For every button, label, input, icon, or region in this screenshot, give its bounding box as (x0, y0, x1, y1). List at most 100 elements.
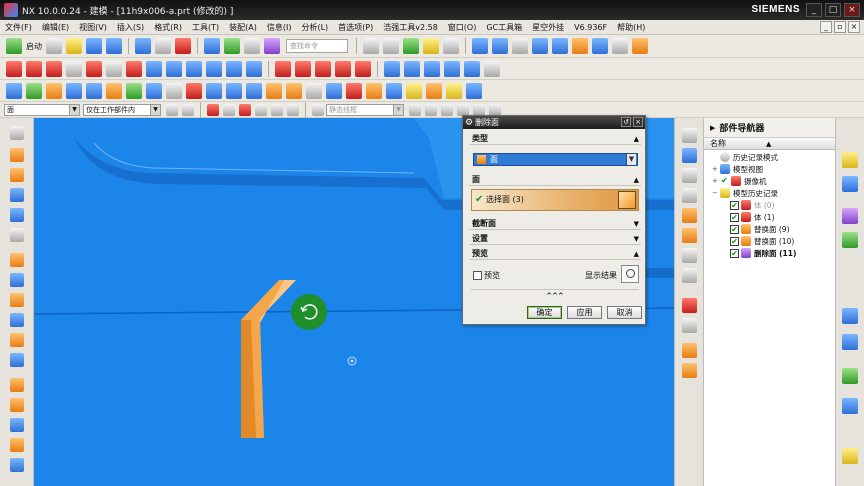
center-snap-icon[interactable] (255, 103, 267, 116)
view-front-icon[interactable] (472, 38, 488, 54)
delete-icon[interactable] (264, 38, 280, 54)
fillet-curve-icon[interactable] (46, 60, 62, 77)
hd3d-icon[interactable] (682, 298, 697, 313)
menu-view[interactable]: 视图(V) (74, 22, 112, 33)
sweep-icon[interactable] (186, 60, 202, 77)
surface-icon[interactable] (384, 60, 400, 77)
display-mode-icon[interactable] (312, 103, 324, 116)
sew-icon[interactable] (404, 60, 420, 77)
name-column-header[interactable]: 名称 ▲ (704, 138, 835, 150)
project-curve-icon[interactable] (355, 60, 371, 77)
check-geometry-icon[interactable] (346, 82, 362, 99)
arc-icon[interactable] (26, 60, 42, 77)
zoom-icon[interactable] (552, 38, 568, 54)
revolve-icon[interactable] (166, 60, 182, 77)
move-object-icon[interactable] (266, 82, 282, 99)
face-select-cube-icon[interactable] (618, 191, 636, 209)
offset-region-icon[interactable] (10, 333, 24, 347)
doc-close-button[interactable]: × (848, 21, 860, 33)
datum-icon[interactable] (10, 168, 24, 182)
sphere-icon[interactable] (10, 253, 24, 267)
boss-icon[interactable] (226, 60, 242, 77)
light-icon[interactable] (406, 82, 422, 99)
cylinder-icon[interactable] (10, 208, 24, 222)
type-select[interactable]: 面 ▼ (473, 153, 638, 166)
render-style-icon[interactable] (403, 38, 419, 54)
rectangle-icon[interactable] (66, 60, 82, 77)
end-snap-icon[interactable] (223, 103, 235, 116)
preview-checkbox[interactable]: 预览 (473, 270, 500, 281)
tree-item-cameras[interactable]: + ✔ 摄像机 (712, 175, 767, 187)
cancel-button[interactable]: 取消 (607, 306, 642, 319)
menu-file[interactable]: 文件(F) (0, 22, 37, 33)
roles-icon[interactable] (682, 268, 697, 283)
line-icon[interactable] (6, 60, 22, 77)
heatmap-icon[interactable] (842, 368, 858, 384)
start-icon[interactable] (6, 38, 22, 54)
expand-plus-icon[interactable]: + (712, 165, 720, 173)
snap-face-icon[interactable] (441, 103, 453, 116)
suppress-icon[interactable] (26, 82, 42, 99)
cone-icon[interactable] (10, 228, 24, 242)
rib-icon[interactable] (10, 293, 24, 307)
magnifier-icon[interactable] (621, 265, 639, 283)
polygon-icon[interactable] (86, 60, 102, 77)
offset-face-icon[interactable] (444, 60, 460, 77)
analysis-icon[interactable] (682, 343, 697, 358)
cut-icon[interactable] (204, 38, 220, 54)
start-label[interactable]: 启动 (26, 41, 42, 52)
history-icon[interactable] (682, 188, 697, 203)
tree-item-body-0[interactable]: ✔ 体 (0) (730, 199, 775, 211)
section-settings-header[interactable]: 设置 ▼ (469, 233, 641, 245)
checkbox-icon[interactable]: ✔ (730, 224, 739, 234)
copy-icon[interactable] (224, 38, 240, 54)
trim-body-icon[interactable] (186, 82, 202, 99)
undo-icon[interactable] (135, 38, 151, 54)
scale-body-icon[interactable] (10, 398, 24, 412)
synchronous-icon[interactable] (10, 438, 24, 452)
menu-insert[interactable]: 插入(S) (112, 22, 149, 33)
trim-icon[interactable] (275, 60, 291, 77)
snap-point-icon[interactable] (409, 103, 421, 116)
save-as-icon[interactable] (106, 38, 122, 54)
emboss-icon[interactable] (10, 313, 24, 327)
subtract-icon[interactable] (146, 82, 162, 99)
mid-snap-icon[interactable] (239, 103, 251, 116)
lasso-select-icon[interactable] (287, 103, 299, 116)
divide-icon[interactable] (295, 60, 311, 77)
close-button[interactable]: × (844, 3, 860, 17)
menu-gc-toolbox[interactable]: GC工具箱 (481, 22, 527, 33)
color-ramp-icon[interactable] (842, 398, 858, 414)
grid-filter-icon[interactable] (182, 103, 194, 116)
split-body-icon[interactable] (206, 82, 222, 99)
checkbox-icon[interactable]: ✔ (730, 236, 739, 246)
mirror-icon[interactable] (226, 82, 242, 99)
layer-settings-icon[interactable] (386, 82, 402, 99)
text-icon[interactable] (106, 60, 122, 77)
scope-filter-select[interactable]: 仅在工作部件内 ▼ (83, 103, 161, 116)
tree-item-model-views[interactable]: + 模型视图 (712, 163, 763, 175)
box-select-icon[interactable] (271, 103, 283, 116)
color-icon[interactable] (443, 38, 459, 54)
unite-icon[interactable] (126, 82, 142, 99)
snap-mode-select[interactable]: 静态线框 ▼ (326, 103, 404, 116)
reset-icon[interactable]: ↺ (621, 117, 631, 127)
sketch-icon[interactable] (10, 148, 24, 162)
repeat-command-icon[interactable] (175, 38, 191, 54)
menu-edit[interactable]: 编辑(E) (37, 22, 74, 33)
shell-icon[interactable] (86, 82, 102, 99)
gear-icon[interactable]: ⚙ (463, 118, 475, 128)
part-navigator-icon[interactable] (682, 148, 697, 163)
electrode-icon[interactable] (366, 82, 382, 99)
pan-icon[interactable] (592, 38, 608, 54)
snap-edge-icon[interactable] (425, 103, 437, 116)
intersect-icon[interactable] (166, 82, 182, 99)
select-arrow-icon[interactable] (10, 126, 24, 140)
measure-icon[interactable] (632, 38, 648, 54)
plugin-badge-icon[interactable] (286, 82, 302, 99)
assembly-navigator-icon[interactable] (682, 128, 697, 143)
checkbox-icon[interactable]: ✔ (730, 248, 739, 258)
menu-format[interactable]: 格式(R) (149, 22, 187, 33)
mesh-icon[interactable] (842, 448, 858, 464)
name-tag-icon[interactable] (326, 82, 342, 99)
